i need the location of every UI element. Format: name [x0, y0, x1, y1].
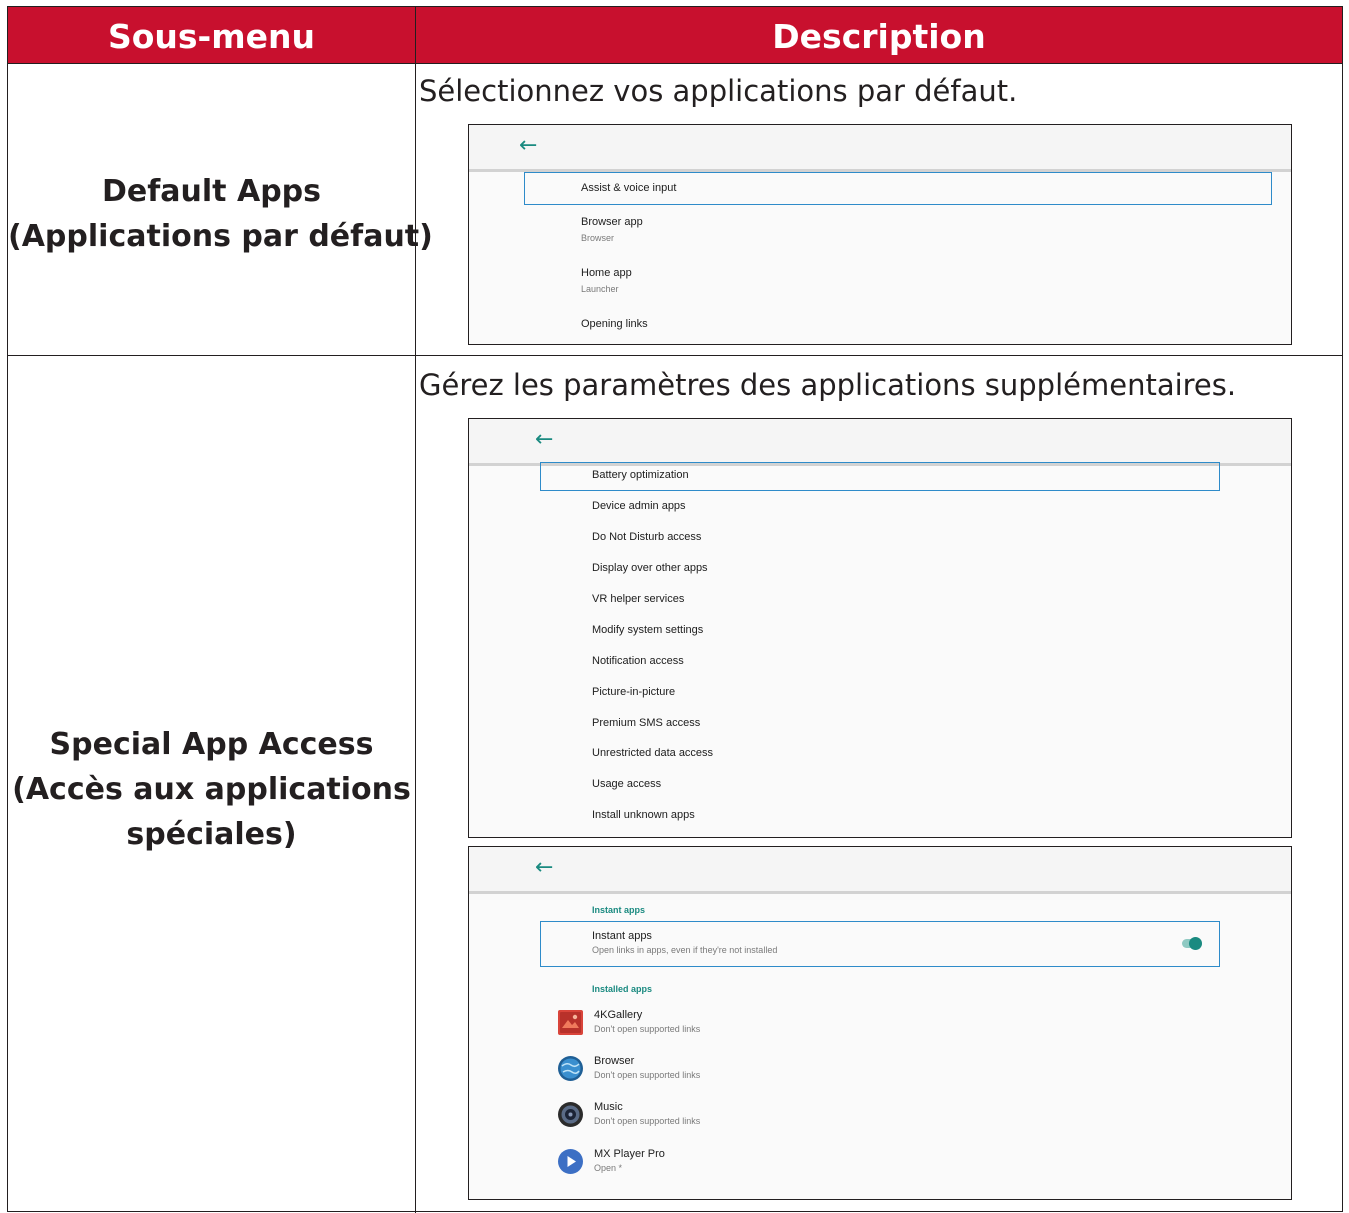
settings-item-opening-links[interactable]: Opening links [581, 318, 648, 330]
settings-item[interactable]: Usage access [592, 778, 661, 790]
app-name-mx-player-pro[interactable]: MX Player Pro [594, 1148, 665, 1160]
category-installed-apps: Installed apps [592, 984, 653, 994]
description-special-app-access: Gérez les paramètres des applications su… [419, 368, 1237, 402]
app-name-4kgallery[interactable]: 4KGallery [594, 1009, 642, 1021]
default-apps-screenshot: ← Assist & voice input Browser app Brows… [468, 124, 1292, 345]
settings-item[interactable]: Notification access [592, 655, 684, 667]
row-label-special-app-access: Special App Access (Accès aux applicatio… [8, 722, 415, 857]
settings-item-summary: Browser [581, 233, 615, 243]
header-divider [8, 63, 1342, 64]
settings-item-assist-voice-input[interactable]: Assist & voice input [581, 182, 676, 194]
instant-apps-title[interactable]: Instant apps [592, 930, 652, 942]
row-label-default-apps: Default Apps (Applications par défaut) [8, 169, 433, 259]
row-label-line: (Accès aux applications [12, 772, 411, 807]
app-link-status: Open * [594, 1163, 623, 1173]
settings-item-browser-app[interactable]: Browser app [581, 216, 643, 228]
row-label-line: (Applications par défaut) [8, 219, 433, 254]
app-bar: ← [469, 125, 1291, 172]
arrow-left-icon[interactable]: ← [535, 855, 553, 881]
settings-item[interactable]: Install unknown apps [592, 809, 695, 821]
settings-item[interactable]: Display over other apps [592, 562, 708, 574]
toggle-knob [1189, 937, 1202, 950]
row-label-line: spéciales) [126, 817, 297, 852]
header-description: Description [772, 17, 986, 56]
row-label-line: Default Apps [102, 174, 321, 209]
row-label-line: Special App Access [49, 727, 374, 762]
app-bar: ← [469, 419, 1291, 466]
column-divider [415, 7, 416, 1213]
settings-item-summary: Launcher [581, 284, 619, 294]
globe-icon [558, 1056, 583, 1081]
app-name-music[interactable]: Music [594, 1101, 623, 1113]
app-link-status: Don't open supported links [594, 1070, 701, 1080]
special-app-access-screenshot: ← Battery optimization Device admin apps… [468, 418, 1292, 838]
settings-item[interactable]: VR helper services [592, 593, 684, 605]
settings-item[interactable]: Picture-in-picture [592, 686, 675, 698]
arrow-left-icon[interactable]: ← [519, 133, 537, 159]
settings-item-home-app[interactable]: Home app [581, 267, 632, 279]
app-link-status: Don't open supported links [594, 1024, 701, 1034]
settings-item[interactable]: Unrestricted data access [592, 747, 713, 759]
instant-apps-summary: Open links in apps, even if they're not … [592, 945, 778, 955]
settings-item[interactable]: Do Not Disturb access [592, 531, 701, 543]
description-default-apps: Sélectionnez vos applications par défaut… [419, 74, 1018, 108]
row-divider [8, 355, 1342, 356]
arrow-left-icon[interactable]: ← [535, 427, 553, 453]
header-submenu: Sous-menu [107, 17, 316, 56]
app-link-status: Don't open supported links [594, 1116, 701, 1126]
settings-item[interactable]: Modify system settings [592, 624, 703, 636]
category-instant-apps: Instant apps [592, 905, 646, 915]
gallery-icon [558, 1010, 583, 1035]
app-name-browser[interactable]: Browser [594, 1055, 634, 1067]
focus-highlight [540, 921, 1220, 967]
play-icon [558, 1149, 583, 1174]
table-header: Sous-menu Description [8, 7, 1342, 63]
settings-item[interactable]: Device admin apps [592, 500, 686, 512]
speaker-icon [558, 1102, 583, 1127]
opening-links-screenshot: ← Instant apps Instant apps Open links i… [468, 846, 1292, 1200]
settings-item[interactable]: Battery optimization [592, 469, 689, 481]
settings-item[interactable]: Premium SMS access [592, 717, 700, 729]
app-bar: ← [469, 847, 1291, 894]
